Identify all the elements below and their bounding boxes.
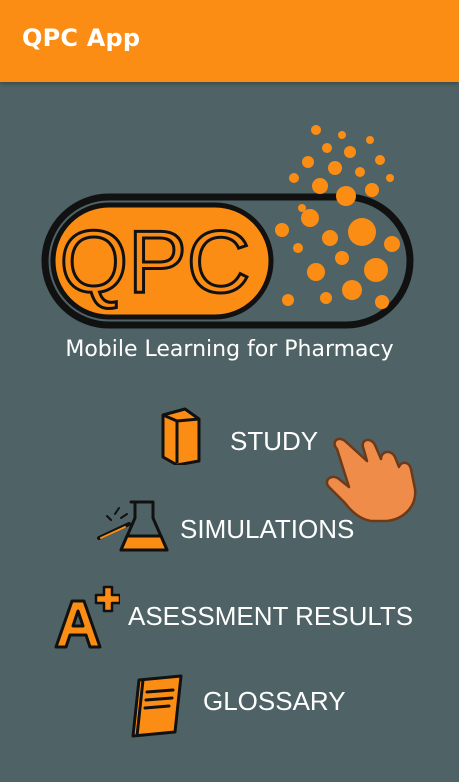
menu-item-glossary[interactable]: GLOSSARY (125, 670, 355, 740)
menu-label-study: STUDY (230, 426, 319, 456)
menu-label-simulations: SIMULATIONS (180, 514, 355, 544)
app-bar: QPC App (0, 0, 459, 82)
menu-label-assessment-results: ASESSMENT RESULTS (128, 601, 414, 631)
a-plus-grade-icon (54, 585, 120, 649)
book-icon (161, 407, 201, 465)
qpc-logo: QPC (41, 125, 414, 329)
notebook-icon (131, 674, 183, 738)
menu-label-glossary: GLOSSARY (203, 686, 346, 716)
tagline: Mobile Learning for Pharmacy (65, 337, 394, 362)
app-title: QPC App (22, 24, 141, 52)
flask-icon (97, 500, 169, 552)
menu-item-assessment-results[interactable]: ASESSMENT RESULTS (50, 585, 430, 655)
logo-text: QPC (60, 212, 251, 311)
menu-item-simulations[interactable]: SIMULATIONS (95, 492, 385, 564)
